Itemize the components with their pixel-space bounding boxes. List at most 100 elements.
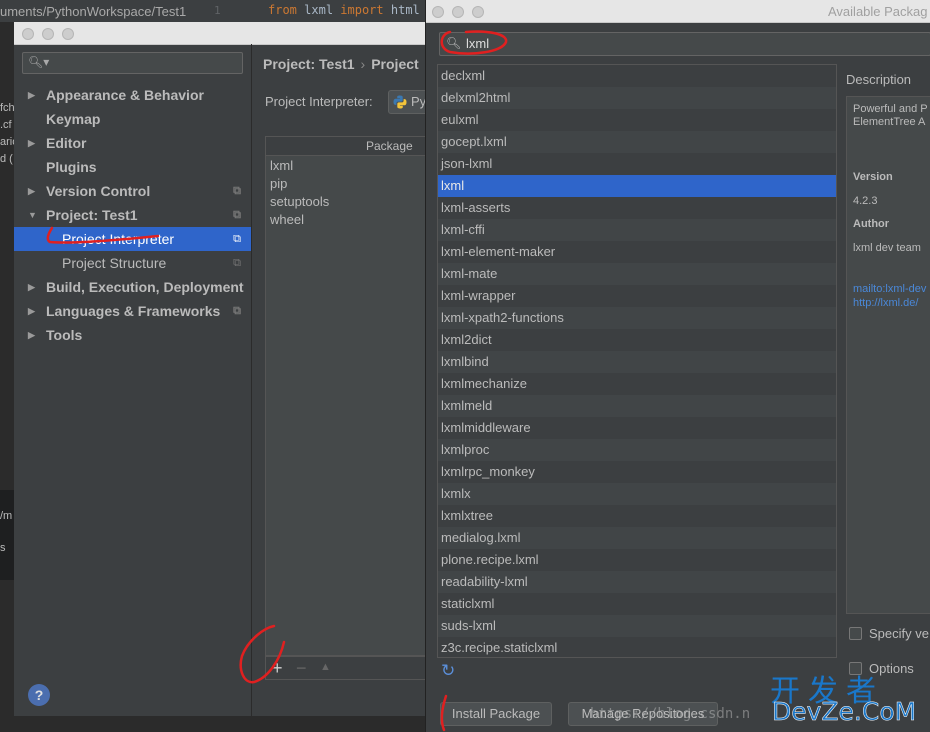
list-item[interactable]: lxml-element-maker bbox=[438, 241, 836, 263]
author-value: lxml dev team bbox=[853, 242, 921, 254]
code-line[interactable]: from lxml import html bbox=[268, 3, 420, 17]
mailto-link[interactable]: mailto:lxml-dev bbox=[853, 283, 926, 295]
zoom-window-button[interactable] bbox=[62, 28, 74, 40]
specify-version-option[interactable]: Specify ve bbox=[849, 625, 930, 643]
package-name: lxmlproc bbox=[441, 442, 490, 457]
annotation-circle-search bbox=[440, 30, 508, 55]
list-item[interactable]: lxml-cffi bbox=[438, 219, 836, 241]
side-fragment: ario bbox=[0, 136, 19, 148]
package-name: lxmlmeld bbox=[441, 398, 493, 413]
sidebar-item-tools[interactable]: ▶ Tools bbox=[14, 323, 251, 347]
list-item[interactable]: lxml-asserts bbox=[438, 197, 836, 219]
interpreter-value: Py bbox=[411, 94, 427, 109]
editor-side-fragments: fch .cf ario d ( bbox=[0, 100, 19, 168]
package-name: eulxml bbox=[441, 112, 479, 127]
homepage-link[interactable]: http://lxml.de/ bbox=[853, 297, 918, 309]
package-name: lxmlrpc_monkey bbox=[441, 464, 535, 479]
package-name: lxmlbind bbox=[441, 354, 489, 369]
breadcrumb: Project: Test1 › Project bbox=[263, 56, 419, 72]
sidebar-item-keymap[interactable]: Keymap bbox=[14, 107, 251, 131]
chevron-right-icon[interactable]: ▶ bbox=[28, 83, 35, 107]
package-name: lxml bbox=[441, 178, 465, 193]
sidebar-item-appearance-behavior[interactable]: ▶ Appearance & Behavior bbox=[14, 83, 251, 107]
search-icon: 🔍︎▾ bbox=[28, 55, 50, 69]
code-module: lxml bbox=[304, 3, 334, 17]
sidebar-item-editor[interactable]: ▶ Editor bbox=[14, 131, 251, 155]
author-heading: Author bbox=[853, 218, 890, 230]
project-scope-icon: ⧉ bbox=[233, 233, 241, 245]
sidebar-item-label: Languages & Frameworks bbox=[46, 303, 221, 319]
list-item[interactable]: lxml-wrapper bbox=[438, 285, 836, 307]
zoom-window-button[interactable] bbox=[472, 6, 484, 18]
chevron-right-icon[interactable]: ▶ bbox=[28, 323, 35, 347]
description-line: Powerful and P bbox=[853, 103, 928, 115]
project-scope-icon: ⧉ bbox=[233, 185, 241, 197]
settings-search-input[interactable]: 🔍︎▾ bbox=[22, 52, 243, 74]
sidebar-item-languages-frameworks[interactable]: ▶ Languages & Frameworks ⧉ bbox=[14, 299, 251, 323]
list-item[interactable]: eulxml bbox=[438, 109, 836, 131]
chevron-right-icon[interactable]: ▶ bbox=[28, 179, 35, 203]
list-item[interactable]: json-lxml bbox=[438, 153, 836, 175]
list-item[interactable]: declxml bbox=[438, 65, 836, 87]
package-name: medialog.lxml bbox=[441, 530, 521, 545]
list-item[interactable]: lxmlmiddleware bbox=[438, 417, 836, 439]
chevron-right-icon[interactable]: ▶ bbox=[28, 275, 35, 299]
sidebar-item-plugins[interactable]: Plugins bbox=[14, 155, 251, 179]
specify-version-checkbox[interactable] bbox=[849, 627, 862, 640]
minimize-window-button[interactable] bbox=[42, 28, 54, 40]
table-header[interactable]: Package bbox=[266, 137, 436, 156]
interpreter-label: Project Interpreter: bbox=[265, 94, 373, 109]
list-item[interactable]: z3c.recipe.staticlxml bbox=[438, 637, 836, 657]
package-name: lxml-xpath2-functions bbox=[441, 310, 564, 325]
list-item[interactable]: staticlxml bbox=[438, 593, 836, 615]
version-heading: Version bbox=[853, 171, 893, 183]
list-item[interactable]: lxmlxtree bbox=[438, 505, 836, 527]
list-item[interactable]: lxml2dict bbox=[438, 329, 836, 351]
table-row[interactable]: lxml bbox=[270, 157, 293, 175]
preferences-titlebar bbox=[14, 22, 434, 45]
minimize-window-button[interactable] bbox=[452, 6, 464, 18]
list-item[interactable]: gocept.lxml bbox=[438, 131, 836, 153]
list-item[interactable]: lxmlmechanize bbox=[438, 373, 836, 395]
available-packages-window: Available Packag 🔍︎ lxml declxml delxml2h… bbox=[425, 0, 930, 732]
table-row[interactable]: pip bbox=[270, 175, 287, 193]
list-item[interactable]: suds-lxml bbox=[438, 615, 836, 637]
refresh-icon[interactable]: ↻ bbox=[441, 661, 455, 681]
close-window-button[interactable] bbox=[22, 28, 34, 40]
table-row[interactable]: wheel bbox=[270, 211, 304, 229]
table-row[interactable]: setuptools bbox=[270, 193, 329, 211]
side-fragment: .cf bbox=[0, 119, 12, 131]
list-item[interactable]: lxml-mate bbox=[438, 263, 836, 285]
close-window-button[interactable] bbox=[432, 6, 444, 18]
list-item[interactable]: lxmlbind bbox=[438, 351, 836, 373]
breadcrumb-current: Project bbox=[371, 56, 419, 72]
list-item[interactable]: plone.recipe.lxml bbox=[438, 549, 836, 571]
list-item[interactable]: lxml-xpath2-functions bbox=[438, 307, 836, 329]
package-name: lxmlmiddleware bbox=[441, 420, 531, 435]
list-item[interactable]: lxmlx bbox=[438, 483, 836, 505]
chevron-right-icon[interactable]: ▶ bbox=[28, 131, 35, 155]
list-item[interactable]: lxml bbox=[438, 175, 836, 197]
list-item[interactable]: readability-lxml bbox=[438, 571, 836, 593]
description-label: Description bbox=[846, 72, 912, 87]
list-item[interactable]: medialog.lxml bbox=[438, 527, 836, 549]
list-item[interactable]: delxml2html bbox=[438, 87, 836, 109]
column-header-package[interactable]: Package bbox=[366, 139, 413, 153]
available-package-list[interactable]: declxml delxml2html eulxml gocept.lxml json-… bbox=[437, 64, 837, 658]
chevron-right-icon[interactable]: ▶ bbox=[28, 299, 35, 323]
list-item[interactable]: lxmlproc bbox=[438, 439, 836, 461]
package-name: lxml-element-maker bbox=[441, 244, 556, 259]
sidebar-item-build-execution-deployment[interactable]: ▶ Build, Execution, Deployment bbox=[14, 275, 251, 299]
splitter[interactable] bbox=[251, 44, 252, 716]
sidebar-item-version-control[interactable]: ▶ Version Control ⧉ bbox=[14, 179, 251, 203]
chevron-down-icon[interactable]: ▼ bbox=[28, 203, 37, 227]
package-name: lxml2dict bbox=[441, 332, 492, 347]
package-table: Package lxml pip setuptools wheel bbox=[265, 136, 436, 656]
list-item[interactable]: lxmlmeld bbox=[438, 395, 836, 417]
package-name: lxml-wrapper bbox=[441, 288, 516, 303]
upgrade-package-button[interactable]: ▲ bbox=[320, 661, 331, 673]
list-item[interactable]: lxmlrpc_monkey bbox=[438, 461, 836, 483]
help-button[interactable]: ? bbox=[28, 684, 50, 706]
sidebar-item-label: Plugins bbox=[46, 159, 97, 175]
remove-package-button[interactable]: − bbox=[296, 658, 307, 678]
